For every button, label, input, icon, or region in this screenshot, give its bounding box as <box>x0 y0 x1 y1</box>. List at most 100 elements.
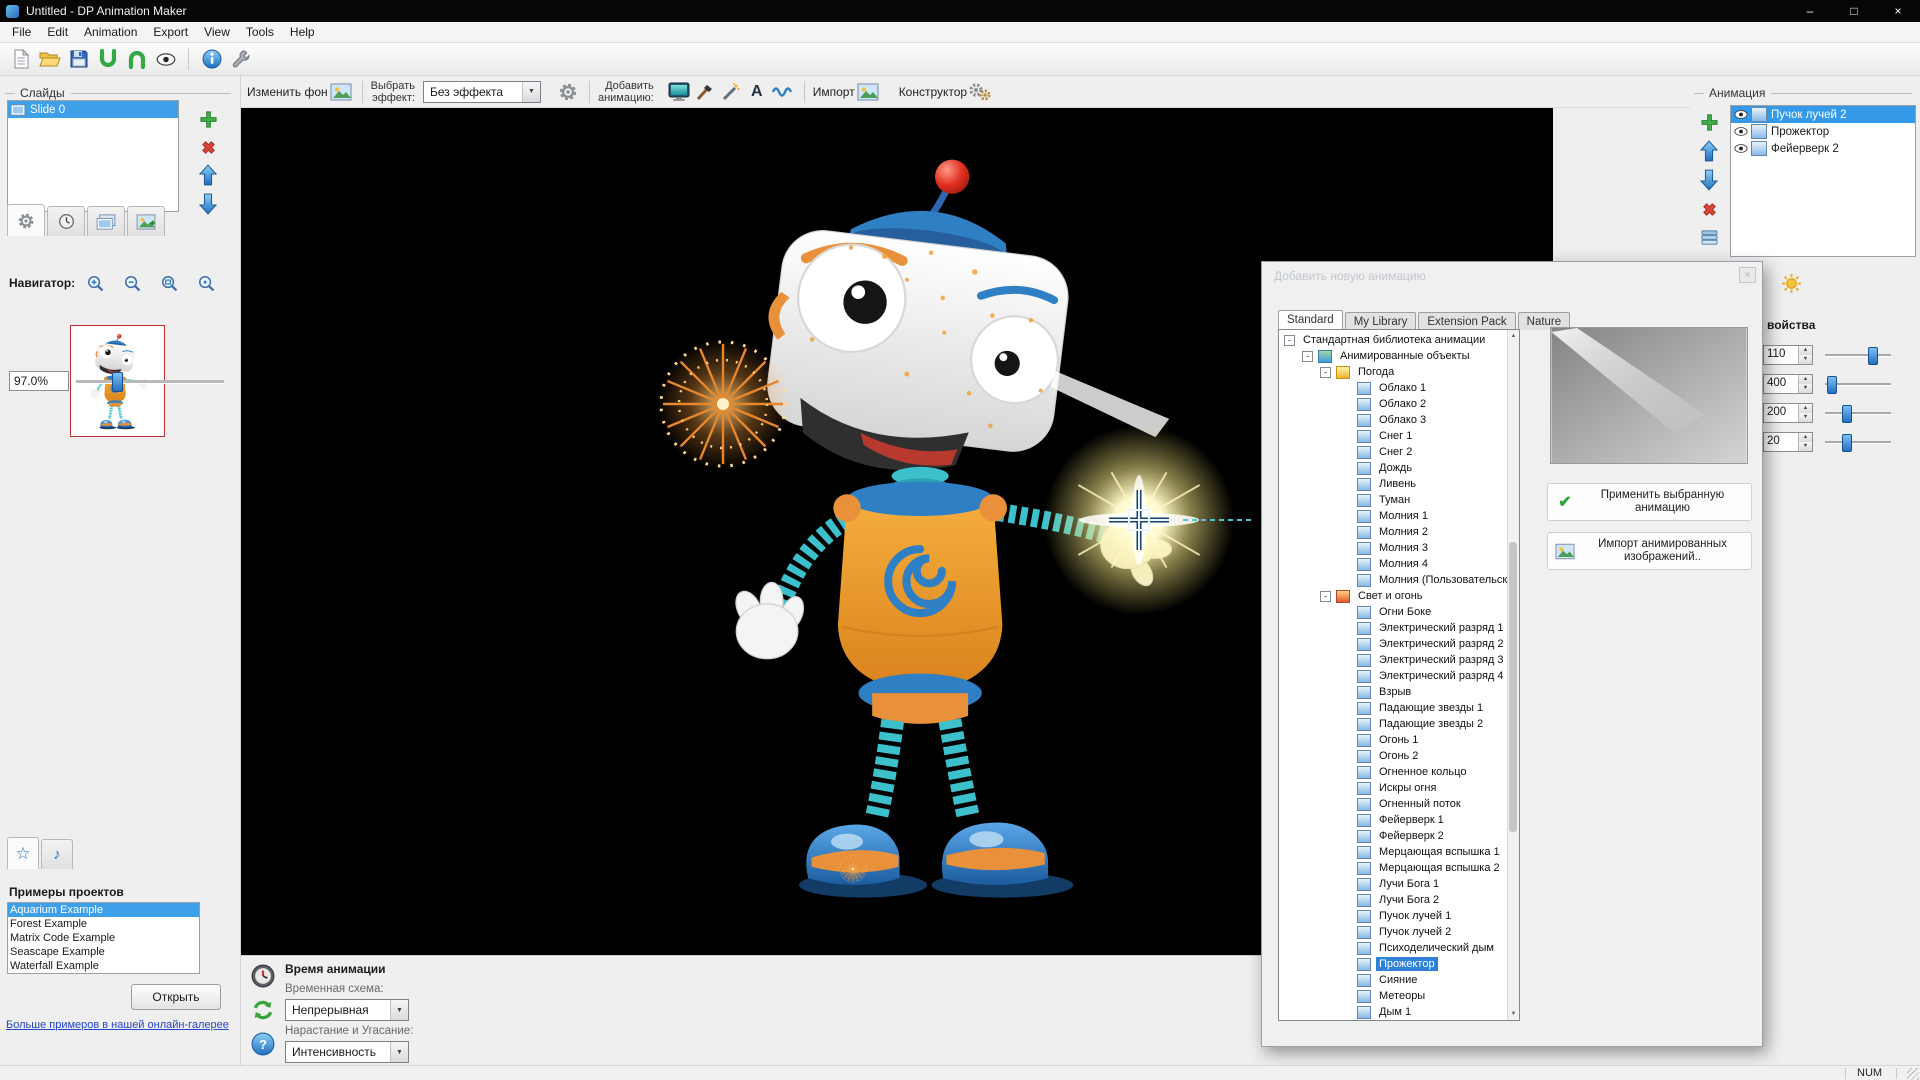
move-slide-down-button[interactable] <box>197 193 219 215</box>
move-slide-up-button[interactable] <box>197 164 219 186</box>
move-animation-down-button[interactable] <box>1698 169 1720 191</box>
add-wave-animation-button[interactable] <box>770 79 796 105</box>
property-slider[interactable] <box>1825 374 1891 394</box>
scroll-up-icon[interactable]: ▲ <box>1508 330 1519 342</box>
tree-item[interactable]: - Взрыв <box>1279 684 1507 700</box>
scheme-select[interactable]: Непрерывная ▼ <box>285 999 409 1021</box>
zoom-fit-icon[interactable] <box>158 272 180 294</box>
tree-item[interactable]: - Свет и огонь <box>1279 588 1507 604</box>
online-gallery-link[interactable]: Больше примеров в нашей онлайн-галерее <box>6 1019 238 1031</box>
add-animation-button[interactable] <box>1698 111 1720 133</box>
open-example-button[interactable]: Открыть <box>131 984 221 1010</box>
example-list-item[interactable]: Matrix Code Example <box>8 931 199 945</box>
menu-item[interactable]: Help <box>282 23 323 41</box>
spin-down-icon[interactable]: ▼ <box>1799 384 1812 393</box>
minimize-button[interactable]: – <box>1788 0 1832 22</box>
tab-examples[interactable]: ☆ <box>7 837 39 869</box>
menu-item[interactable]: Export <box>145 23 196 41</box>
tree-item[interactable]: - Электрический разряд 1 <box>1279 620 1507 636</box>
constructor-button[interactable]: Конструктор <box>899 85 967 99</box>
slide-list-item[interactable]: Slide 0 <box>8 101 178 118</box>
property-slider[interactable] <box>1825 403 1891 423</box>
tree-item[interactable]: - Психоделический дым <box>1279 940 1507 956</box>
dialog-tab[interactable]: My Library <box>1345 312 1417 330</box>
menu-item[interactable]: Animation <box>76 23 145 41</box>
close-button[interactable]: × <box>1876 0 1920 22</box>
property-spinbox[interactable]: 20 ▲ ▼ <box>1763 432 1813 452</box>
menu-item[interactable]: View <box>196 23 238 41</box>
tree-item[interactable]: - Молния 2 <box>1279 524 1507 540</box>
tree-item[interactable]: - Мерцающая вспышка 2 <box>1279 860 1507 876</box>
tree-item[interactable]: - Прожектор <box>1279 956 1507 972</box>
tree-item[interactable]: - Огненный поток <box>1279 796 1507 812</box>
property-value[interactable]: 20 <box>1764 433 1798 451</box>
dialog-close-icon[interactable]: × <box>1739 267 1756 283</box>
tree-item[interactable]: - Мерцающая вспышка 1 <box>1279 844 1507 860</box>
add-slide-button[interactable] <box>197 108 219 130</box>
tree-item[interactable]: - Туман <box>1279 492 1507 508</box>
visibility-eye-icon[interactable] <box>1734 143 1748 154</box>
spin-up-icon[interactable]: ▲ <box>1799 404 1812 413</box>
delete-animation-button[interactable] <box>1698 198 1720 220</box>
resize-grip[interactable] <box>1907 1068 1919 1080</box>
undo-button[interactable] <box>93 46 122 73</box>
tree-item[interactable]: - Огненное кольцо <box>1279 764 1507 780</box>
property-spinbox[interactable]: 400 ▲ ▼ <box>1763 374 1813 394</box>
spin-down-icon[interactable]: ▼ <box>1799 413 1812 422</box>
tree-item[interactable]: - Снег 1 <box>1279 428 1507 444</box>
zoom-in-icon[interactable] <box>84 272 106 294</box>
animation-list-item[interactable]: Фейерверк 2 <box>1731 140 1915 157</box>
property-value[interactable]: 200 <box>1764 404 1798 422</box>
spin-up-icon[interactable]: ▲ <box>1799 375 1812 384</box>
tree-item[interactable]: - Пучок лучей 2 <box>1279 924 1507 940</box>
tree-item[interactable]: - Облако 2 <box>1279 396 1507 412</box>
settings-button[interactable] <box>226 46 255 73</box>
tree-item[interactable]: - Снег 2 <box>1279 444 1507 460</box>
redo-button[interactable] <box>122 46 151 73</box>
property-slider[interactable] <box>1825 432 1891 452</box>
menu-item[interactable]: Edit <box>39 23 76 41</box>
examples-list[interactable]: Aquarium Example Forest Example Matrix C… <box>7 902 200 974</box>
open-file-button[interactable] <box>35 46 64 73</box>
tree-item[interactable]: - Электрический разряд 2 <box>1279 636 1507 652</box>
example-list-item[interactable]: Waterfall Example <box>8 959 199 973</box>
dialog-tab[interactable]: Standard <box>1278 310 1343 330</box>
tab-slideshow[interactable] <box>87 206 125 236</box>
fade-select[interactable]: Интенсивность ▼ <box>285 1041 409 1063</box>
zoom-actual-icon[interactable] <box>195 272 217 294</box>
zoom-out-icon[interactable] <box>121 272 143 294</box>
slides-list[interactable]: Slide 0 <box>7 100 179 212</box>
example-list-item[interactable]: Aquarium Example <box>8 903 199 917</box>
scroll-down-icon[interactable]: ▼ <box>1508 1008 1519 1020</box>
property-spinbox[interactable]: 200 ▲ ▼ <box>1763 403 1813 423</box>
loop-icon[interactable] <box>251 998 275 1022</box>
tree-item[interactable]: - Лучи Бога 2 <box>1279 892 1507 908</box>
save-button[interactable] <box>64 46 93 73</box>
preview-button[interactable] <box>151 46 180 73</box>
apply-animation-button[interactable]: ✔ Применить выбранную анимацию <box>1547 483 1752 521</box>
tree-item[interactable]: - Пучок лучей 1 <box>1279 908 1507 924</box>
chevron-down-icon[interactable]: ▼ <box>390 1042 408 1062</box>
slider-handle[interactable] <box>1842 434 1852 452</box>
spin-down-icon[interactable]: ▼ <box>1799 355 1812 364</box>
tab-animation-settings[interactable] <box>7 204 45 236</box>
tree-item[interactable]: - Облако 3 <box>1279 412 1507 428</box>
tree-item[interactable]: - Молния 4 <box>1279 556 1507 572</box>
tree-item[interactable]: - Анимированные объекты <box>1279 348 1507 364</box>
add-spray-animation-button[interactable] <box>718 79 744 105</box>
tab-add-image[interactable] <box>127 206 165 236</box>
tree-item[interactable]: - Метеоры <box>1279 988 1507 1004</box>
example-list-item[interactable]: Seascape Example <box>8 945 199 959</box>
move-animation-up-button[interactable] <box>1698 140 1720 162</box>
slider-handle[interactable] <box>1842 405 1852 423</box>
tree-item[interactable]: - Молния 3 <box>1279 540 1507 556</box>
spin-up-icon[interactable]: ▲ <box>1799 346 1812 355</box>
tab-timing[interactable] <box>47 206 85 236</box>
chevron-down-icon[interactable]: ▼ <box>522 82 540 102</box>
tree-item[interactable]: - Огонь 1 <box>1279 732 1507 748</box>
tree-expand-icon[interactable]: - <box>1302 351 1313 362</box>
animation-list-item[interactable]: Прожектор <box>1731 123 1915 140</box>
spin-up-icon[interactable]: ▲ <box>1799 433 1812 442</box>
tree-item[interactable]: - Ливень <box>1279 476 1507 492</box>
tree-item[interactable]: - Огонь 2 <box>1279 748 1507 764</box>
